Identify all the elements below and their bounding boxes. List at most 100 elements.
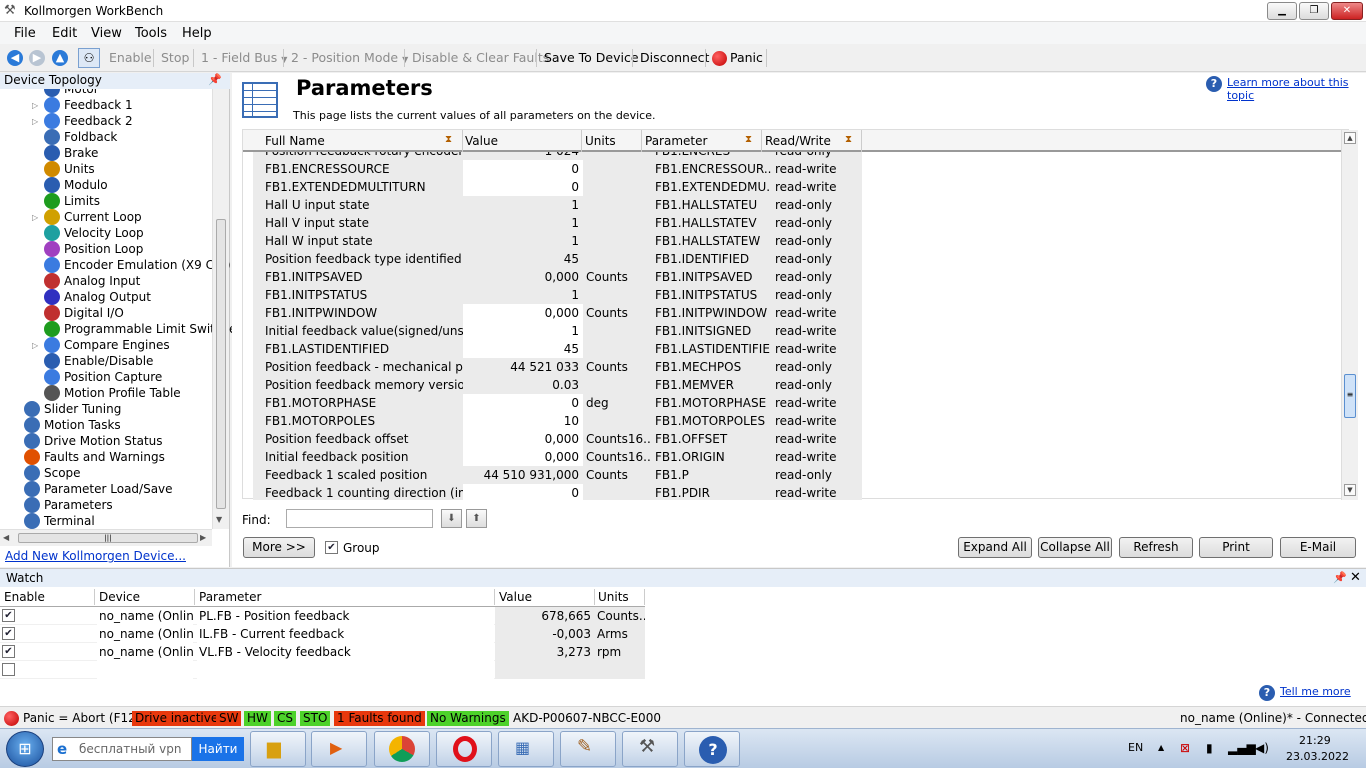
scroll-right-icon[interactable]: ▶ — [200, 533, 206, 542]
disable-clear-faults-button[interactable]: Disable & Clear Faults — [412, 50, 549, 65]
param-value[interactable]: 10 — [463, 412, 583, 430]
forward-icon[interactable]: ▶ — [29, 50, 45, 66]
table-row[interactable]: FB1.MOTORPOLES 10 FB1.MOTORPOLES read-write — [253, 412, 862, 430]
expand-icon[interactable]: ▷ — [32, 101, 38, 110]
grid-vertical-scrollbar[interactable]: ▲ ≡ ▼ — [1341, 130, 1358, 500]
warnings-badge[interactable]: No Warnings — [427, 711, 509, 726]
tree-item[interactable]: Parameters — [24, 497, 113, 513]
filter-icon[interactable]: ⧗ — [845, 134, 857, 146]
param-value[interactable]: 45 — [463, 340, 583, 358]
close-icon[interactable]: ✕ — [1350, 569, 1361, 587]
table-row[interactable]: Hall U input state 1 FB1.HALLSTATEU read-on… — [253, 196, 862, 214]
find-input[interactable] — [286, 509, 433, 528]
tree-item[interactable]: Terminal — [24, 513, 95, 529]
table-row[interactable]: FB1.EXTENDEDMULTITURN 0 FB1.EXTENDEDMU... r… — [253, 178, 862, 196]
table-row[interactable]: FB1.ENCRESSOURCE 0 FB1.ENCRESSOUR... read-w… — [253, 160, 862, 178]
tree-item[interactable]: Slider Tuning — [24, 401, 121, 417]
param-value[interactable]: 0 — [463, 484, 583, 500]
table-row[interactable]: Feedback 1 scaled position 44 510 931,000… — [253, 466, 862, 484]
table-row[interactable]: Position feedback rotary encoder res...1… — [253, 152, 862, 160]
table-row[interactable]: Initial feedback position 0,000 Counts16..… — [253, 448, 862, 466]
tree-item[interactable]: Current Loop — [44, 209, 142, 225]
column-read-write[interactable]: Read/Write — [765, 134, 831, 148]
tree-item[interactable]: Feedback 2 — [44, 113, 133, 129]
refresh-button[interactable]: Refresh — [1119, 537, 1193, 558]
tree-item[interactable]: Enable/Disable — [44, 353, 153, 369]
menu-view[interactable]: View — [91, 26, 122, 41]
param-value[interactable]: 0 — [463, 178, 583, 196]
up-icon[interactable]: ▲ — [52, 50, 68, 66]
tree-item[interactable]: Brake — [44, 145, 98, 161]
print-button[interactable]: Print — [1199, 537, 1273, 558]
table-row[interactable]: Hall W input state 1 FB1.HALLSTATEW read-on… — [253, 232, 862, 250]
pin-icon[interactable]: 📌 — [1333, 569, 1347, 587]
watch-row[interactable]: ✔ no_name (Online)*IL.FB - Current feedba… — [0, 625, 645, 643]
watch-row[interactable]: ✔ no_name (Online)*PL.FB - Position feedb… — [0, 607, 645, 625]
signal-icon[interactable]: ▂▄▆ — [1228, 741, 1256, 755]
language-indicator[interactable]: EN — [1128, 741, 1143, 754]
save-to-device-button[interactable]: Save To Device — [544, 50, 639, 65]
tree-item[interactable]: Position Loop — [44, 241, 143, 257]
clock-date[interactable]: 23.03.2022 — [1286, 750, 1349, 763]
param-value[interactable]: 0 — [463, 160, 583, 178]
tray-expand-icon[interactable]: ▲ — [1158, 743, 1164, 752]
field-bus-dropdown[interactable]: 1 - Field Bus ▼ — [201, 50, 287, 65]
tree-scroll-thumb[interactable] — [216, 219, 226, 509]
scroll-down-icon[interactable]: ▼ — [216, 515, 222, 524]
tree-item[interactable]: Analog Input — [44, 273, 140, 289]
media-task[interactable]: ▶ — [311, 731, 367, 767]
scroll-down-icon[interactable]: ▼ — [1344, 484, 1356, 496]
tree-item[interactable]: Drive Motion Status — [24, 433, 163, 449]
watch-column-device[interactable]: Device — [99, 590, 140, 604]
watch-enable-checkbox[interactable]: ✔ — [2, 609, 15, 622]
tree-item[interactable]: Digital I/O — [44, 305, 124, 321]
tree-item[interactable]: Position Capture — [44, 369, 162, 385]
maximize-button[interactable]: ❐ — [1299, 2, 1329, 20]
tree-item[interactable]: Faults and Warnings — [24, 449, 165, 465]
table-row[interactable]: Position feedback type identified 45 FB1.I… — [253, 250, 862, 268]
help-icon[interactable]: ? — [1206, 76, 1222, 92]
tree-item[interactable]: Limits — [44, 193, 100, 209]
grid-scroll-thumb[interactable]: ≡ — [1344, 374, 1356, 418]
watch-row[interactable] — [0, 661, 645, 679]
column-units[interactable]: Units — [585, 134, 616, 148]
panic-abort-label[interactable]: Panic = Abort (F12) — [20, 711, 143, 726]
add-new-device-link[interactable]: Add New Kollmorgen Device... — [5, 549, 186, 563]
watch-enable-checkbox[interactable]: ✔ — [2, 627, 15, 640]
expand-all-button[interactable]: Expand All — [958, 537, 1032, 558]
group-checkbox[interactable]: ✔ — [325, 541, 338, 554]
column-value[interactable]: Value — [465, 134, 498, 148]
battery-icon[interactable]: ▮ — [1206, 741, 1213, 755]
tree-item[interactable]: Feedback 1 — [44, 97, 133, 113]
back-icon[interactable]: ◀ — [7, 50, 23, 66]
network-task[interactable]: ▦ — [498, 731, 554, 767]
tree-horizontal-scrollbar[interactable]: ◀ ||| ▶ — [0, 529, 212, 546]
table-row[interactable]: FB1.MOTORPHASE 0 deg FB1.MOTORPHASE read-wri… — [253, 394, 862, 412]
tree-item[interactable]: Encoder Emulation (X9 Cfg) — [44, 257, 231, 273]
table-row[interactable]: Initial feedback value(signed/unsigne...… — [253, 322, 862, 340]
tree-hscroll-thumb[interactable]: ||| — [18, 533, 198, 543]
watch-column-parameter[interactable]: Parameter — [199, 590, 261, 604]
email-button[interactable]: E-Mail — [1280, 537, 1356, 558]
watch-row[interactable]: ✔ no_name (Online)*VL.FB - Velocity feedb… — [0, 643, 645, 661]
expand-icon[interactable]: ▷ — [32, 213, 38, 222]
help-task[interactable]: ? — [684, 731, 740, 767]
table-row[interactable]: FB1.INITPWINDOW 0,000 Counts FB1.INITPWINDO… — [253, 304, 862, 322]
clock-time[interactable]: 21:29 — [1299, 734, 1331, 747]
tree-item[interactable]: Scope — [24, 465, 81, 481]
learn-more-link[interactable]: Learn more about this topic — [1227, 76, 1366, 102]
tree-vertical-scrollbar[interactable]: ▼ — [212, 89, 229, 529]
paint-task[interactable]: ✎ — [560, 731, 616, 767]
tree-item[interactable]: Units — [44, 161, 95, 177]
param-value[interactable]: 0,000 — [463, 430, 583, 448]
tree-item[interactable]: Foldback — [44, 129, 117, 145]
close-button[interactable]: ✕ — [1331, 2, 1363, 20]
panic-button[interactable]: Panic — [730, 50, 763, 65]
table-row[interactable]: Feedback 1 counting direction (impac...0… — [253, 484, 862, 500]
binoculars-icon[interactable]: ⚇ — [78, 48, 100, 68]
scroll-up-icon[interactable]: ▲ — [1344, 132, 1356, 144]
table-row[interactable]: FB1.INITPSAVED 0,000 Counts FB1.INITPSAVED r… — [253, 268, 862, 286]
collapse-all-button[interactable]: Collapse All — [1038, 537, 1112, 558]
help-icon[interactable]: ? — [1259, 685, 1275, 701]
table-row[interactable]: Position feedback - mechanical positi...… — [253, 358, 862, 376]
